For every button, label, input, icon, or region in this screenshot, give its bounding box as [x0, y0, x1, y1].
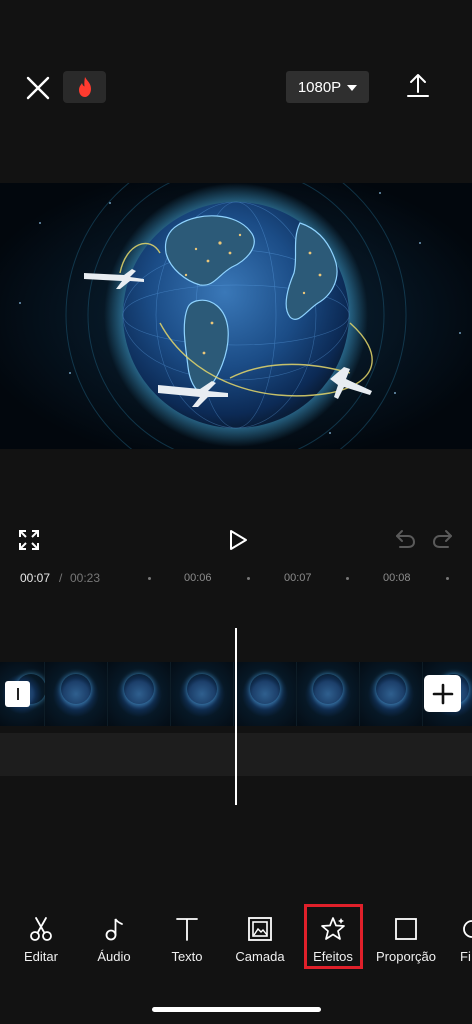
ratio-icon — [395, 918, 417, 940]
close-button[interactable] — [22, 72, 54, 104]
ruler-tick-label: 00:08 — [383, 572, 411, 584]
clip-trim-handle[interactable] — [5, 681, 30, 707]
tool-camada[interactable]: Camada — [224, 912, 296, 970]
fire-icon — [78, 77, 91, 97]
fullscreen-icon — [19, 530, 39, 550]
tool-label: Camada — [235, 949, 285, 964]
tool-label: Áudio — [97, 949, 131, 964]
clip-thumbnail — [360, 662, 422, 726]
caret-down-icon — [347, 84, 358, 91]
tool-label: Fi — [460, 949, 471, 964]
undo-button[interactable] — [394, 529, 416, 549]
tool-filtro[interactable]: Fi — [443, 912, 472, 970]
scissors-icon — [30, 917, 52, 941]
current-time: 00:07 — [20, 571, 51, 585]
export-button[interactable] — [402, 70, 434, 102]
tool-texto[interactable]: Texto — [151, 912, 223, 970]
home-indicator[interactable] — [152, 1007, 321, 1012]
tool-label: Texto — [171, 949, 203, 964]
fullscreen-button[interactable] — [18, 529, 40, 551]
video-preview[interactable] — [0, 183, 472, 449]
clip-thumbnail — [45, 662, 107, 726]
add-clip-button[interactable] — [424, 675, 461, 712]
clip-thumbnail — [171, 662, 233, 726]
resolution-dropdown[interactable]: 1080P — [286, 71, 369, 103]
ruler-tick-dot — [148, 577, 151, 580]
clip-thumbnail — [108, 662, 170, 726]
export-icon — [407, 74, 429, 97]
tool-highlight-frame — [304, 904, 363, 969]
total-time: 00:23 — [70, 571, 101, 585]
clip-thumbnail — [297, 662, 359, 726]
undo-icon — [396, 530, 416, 548]
redo-icon — [432, 530, 452, 548]
text-icon — [176, 918, 198, 941]
ruler-tick-dot — [247, 577, 250, 580]
ruler-tick-label: 00:06 — [184, 572, 212, 584]
music-note-icon — [105, 918, 123, 941]
tool-label: Editar — [24, 949, 58, 964]
ruler-tick-dot — [446, 577, 449, 580]
ruler-tick-label: 00:07 — [284, 572, 312, 584]
tool-editar[interactable]: Editar — [5, 912, 77, 970]
redo-button[interactable] — [432, 529, 454, 549]
close-icon — [26, 76, 50, 100]
tool-proporcao[interactable]: Proporção — [370, 912, 442, 970]
tool-label: Proporção — [376, 949, 436, 964]
play-icon — [230, 530, 247, 550]
playhead[interactable] — [235, 628, 237, 805]
time-separator: / — [59, 571, 63, 585]
tool-audio[interactable]: Áudio — [78, 912, 150, 970]
overlay-icon — [248, 917, 272, 941]
filter-icon — [463, 920, 472, 938]
clip-thumbnail — [234, 662, 296, 726]
play-button[interactable] — [226, 528, 250, 552]
resolution-label: 1080P — [297, 78, 342, 96]
hot-badge-button[interactable] — [63, 71, 106, 103]
earth-globe-image — [19, 183, 461, 449]
ruler-tick-dot — [346, 577, 349, 580]
plus-icon — [432, 683, 453, 704]
